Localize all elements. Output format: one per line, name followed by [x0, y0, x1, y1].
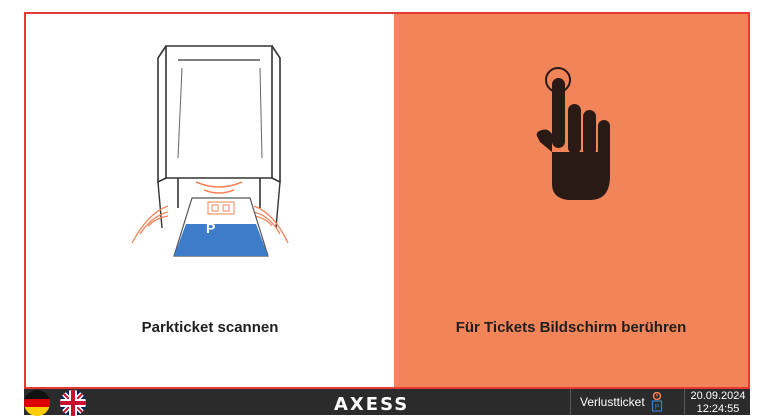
lost-ticket-icon: P — [651, 392, 662, 412]
touch-screen-label: Für Tickets Bildschirm berühren — [455, 319, 687, 336]
date-time-display: 20.09.2024 12:24:55 — [686, 390, 750, 416]
footer-divider — [570, 389, 571, 415]
lost-ticket-label: Verlustticket — [580, 395, 645, 409]
footer-divider — [684, 389, 685, 415]
touch-screen-panel[interactable]: Für Tickets Bildschirm berühren — [394, 14, 748, 389]
axess-logo: AXESS — [334, 394, 410, 415]
svg-text:P: P — [654, 404, 659, 411]
ticket-kiosk-screen: P Parkticket scannen Für Tickets Bildsch… — [0, 0, 769, 416]
current-date: 20.09.2024 — [690, 390, 746, 402]
ticket-parking-letter: P — [206, 220, 216, 236]
lost-ticket-button[interactable]: Verlustticket P — [572, 389, 682, 415]
scan-ticket-panel[interactable]: P Parkticket scannen — [26, 14, 394, 389]
current-time: 12:24:55 — [696, 403, 740, 415]
scan-ticket-label: Parkticket scannen — [141, 319, 279, 336]
germany-flag-icon[interactable] — [24, 390, 50, 416]
touch-hand-icon — [536, 67, 610, 200]
uk-flag-icon[interactable] — [60, 390, 86, 416]
footer-bar: AXESS Verlustticket P 20.09.2024 12:24:5… — [24, 389, 750, 416]
